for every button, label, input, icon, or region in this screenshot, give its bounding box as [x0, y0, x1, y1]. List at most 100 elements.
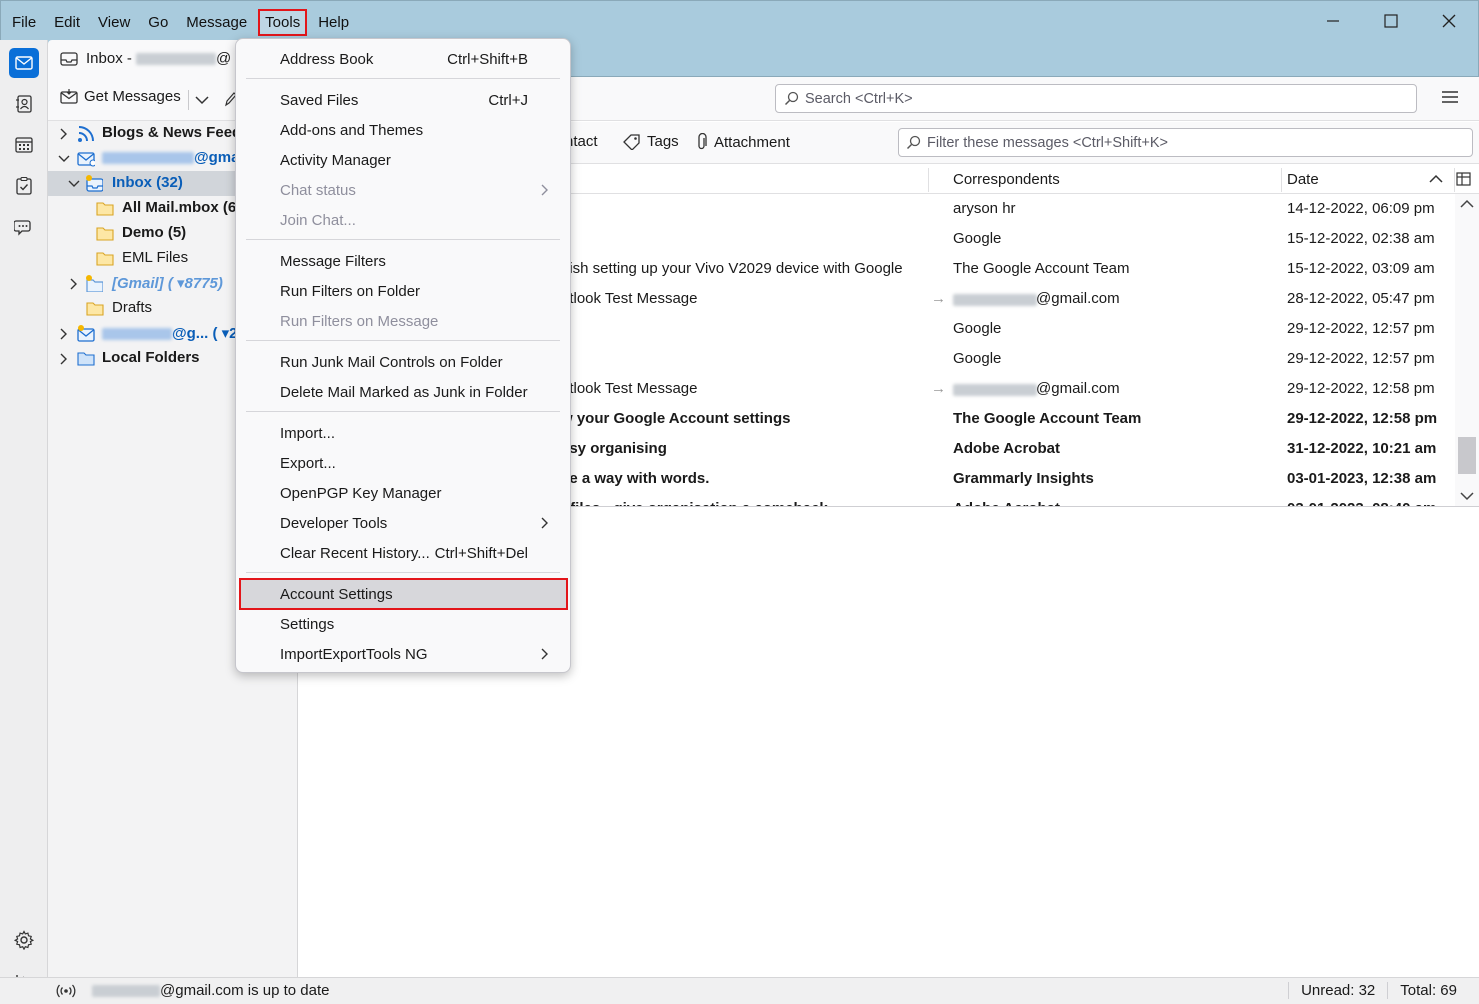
forwarded-arrow-icon: → — [931, 380, 946, 397]
close-button[interactable] — [1420, 1, 1478, 41]
global-search-input[interactable]: Search <Ctrl+K> — [775, 84, 1417, 113]
message-date: 14-12-2022, 06:09 pm — [1287, 200, 1435, 217]
menuitem-activity-manager[interactable]: Activity Manager — [244, 146, 562, 174]
menu-separator — [246, 78, 560, 79]
column-date[interactable]: Date — [1287, 171, 1319, 188]
sort-ascending-icon — [1429, 174, 1443, 183]
space-mail[interactable] — [9, 48, 39, 78]
menu-file[interactable]: File — [5, 9, 43, 36]
online-status-icon[interactable] — [56, 984, 76, 998]
maximize-button[interactable] — [1362, 1, 1420, 41]
menuitem-addons-themes[interactable]: Add-ons and Themes — [244, 116, 562, 144]
chevron-right-icon[interactable] — [58, 353, 70, 365]
column-picker-icon[interactable] — [1456, 172, 1472, 186]
message-correspondent: The Google Account Team — [953, 260, 1130, 277]
folder-label-local: Local Folders — [102, 349, 200, 366]
message-correspondent: @gmail.com — [1036, 290, 1120, 307]
message-date: 29-12-2022, 12:58 pm — [1287, 410, 1438, 427]
filter-attachment-label: Attachment — [714, 133, 790, 151]
global-search-placeholder: Search <Ctrl+K> — [805, 90, 913, 107]
menuitem-label: Activity Manager — [280, 151, 391, 169]
menu-go[interactable]: Go — [141, 9, 175, 36]
tab-title: Inbox - — [86, 50, 137, 67]
filter-attachment-button[interactable]: Attachment — [696, 133, 790, 151]
message-correspondent: The Google Account Team — [953, 410, 1142, 427]
filter-tags-label: Tags — [647, 133, 679, 150]
menuitem-import[interactable]: Import... — [244, 419, 562, 447]
minimize-button[interactable] — [1304, 1, 1362, 41]
space-chat[interactable] — [9, 212, 39, 242]
menuitem-shortcut: Ctrl+J — [488, 91, 528, 109]
chevron-right-icon — [541, 184, 548, 196]
message-subject: nish setting up your Vivo V2029 device w… — [561, 260, 903, 277]
folder-label-inbox: Inbox (32) — [112, 174, 183, 191]
chevron-right-icon[interactable] — [68, 278, 80, 290]
app-menu-button[interactable] — [1441, 89, 1459, 105]
message-date: 29-12-2022, 12:58 pm — [1287, 380, 1435, 397]
menuitem-label: Run Junk Mail Controls on Folder — [280, 353, 503, 371]
chevron-right-icon[interactable] — [58, 328, 70, 340]
menuitem-label: Account Settings — [280, 585, 393, 603]
menuitem-developer-tools[interactable]: Developer Tools — [244, 509, 562, 537]
menu-view[interactable]: View — [91, 9, 137, 36]
menuitem-importexporttools[interactable]: ImportExportTools NG — [244, 640, 562, 668]
chevron-right-icon[interactable] — [58, 128, 70, 140]
folder-icon — [96, 202, 114, 216]
menu-message[interactable]: Message — [179, 9, 254, 36]
calendar-icon — [15, 137, 33, 153]
space-address-book[interactable] — [9, 89, 39, 119]
address-book-icon — [16, 95, 32, 113]
menuitem-saved-files[interactable]: Saved Files Ctrl+J — [244, 86, 562, 114]
menuitem-export[interactable]: Export... — [244, 449, 562, 477]
menuitem-shortcut: Ctrl+Shift+B — [447, 50, 528, 68]
menuitem-clear-history[interactable]: Clear Recent History... Ctrl+Shift+Del — [244, 539, 562, 567]
menuitem-address-book[interactable]: Address Book Ctrl+Shift+B — [244, 45, 562, 73]
column-correspondents[interactable]: Correspondents — [953, 171, 1060, 188]
tab-title-suffix: @ — [216, 50, 232, 67]
get-messages-dropdown[interactable] — [188, 90, 209, 110]
search-icon — [906, 135, 921, 150]
message-correspondent: @gmail.com — [1036, 380, 1120, 397]
message-subject: utlook Test Message — [561, 290, 698, 307]
menu-edit[interactable]: Edit — [47, 9, 87, 36]
menuitem-label: Delete Mail Marked as Junk in Folder — [280, 383, 528, 401]
space-calendar[interactable] — [9, 130, 39, 160]
menuitem-settings[interactable]: Settings — [244, 610, 562, 638]
scrollbar-thumb[interactable] — [1458, 437, 1476, 474]
message-date: 31-12-2022, 10:21 am — [1287, 440, 1437, 457]
filter-messages-input[interactable]: Filter these messages <Ctrl+Shift+K> — [898, 128, 1473, 157]
menu-separator — [246, 239, 560, 240]
filter-tags-button[interactable]: Tags — [623, 133, 679, 150]
message-correspondent: aryson hr — [953, 200, 1016, 217]
scroll-up-icon[interactable] — [1460, 199, 1474, 209]
chevron-down-icon[interactable] — [58, 153, 70, 165]
scroll-down-icon[interactable] — [1460, 491, 1474, 501]
menuitem-run-junk-controls[interactable]: Run Junk Mail Controls on Folder — [244, 348, 562, 376]
inbox-folder-icon — [86, 175, 103, 192]
menu-tools[interactable]: Tools — [258, 8, 308, 36]
menuitem-run-filters-message: Run Filters on Message — [244, 307, 562, 335]
menuitem-delete-junk[interactable]: Delete Mail Marked as Junk in Folder — [244, 378, 562, 406]
menuitem-account-settings[interactable]: Account Settings — [239, 578, 568, 610]
menuitem-label: Chat status — [280, 181, 356, 199]
message-correspondent: Adobe Acrobat — [953, 440, 1060, 457]
chat-icon — [14, 220, 31, 236]
chevron-right-icon — [541, 517, 548, 529]
menu-help[interactable]: Help — [311, 9, 356, 36]
column-separator — [928, 168, 929, 192]
settings-button[interactable] — [9, 925, 39, 955]
menuitem-label: Add-ons and Themes — [280, 121, 424, 139]
menuitem-label: Export... — [280, 454, 336, 472]
thread-scrollbar[interactable] — [1455, 194, 1479, 506]
menuitem-message-filters[interactable]: Message Filters — [244, 247, 562, 275]
folder-icon — [96, 227, 114, 241]
get-messages-button[interactable]: Get Messages — [60, 88, 181, 105]
message-date: 28-12-2022, 05:47 pm — [1287, 290, 1435, 307]
folder-label-demo: Demo (5) — [122, 224, 187, 241]
menuitem-run-filters-folder[interactable]: Run Filters on Folder — [244, 277, 562, 305]
menuitem-openpgp[interactable]: OpenPGP Key Manager — [244, 479, 562, 507]
message-subject: utlook Test Message — [561, 380, 698, 397]
space-tasks[interactable] — [9, 171, 39, 201]
chevron-down-icon[interactable] — [68, 178, 80, 190]
column-separator — [1281, 168, 1282, 192]
